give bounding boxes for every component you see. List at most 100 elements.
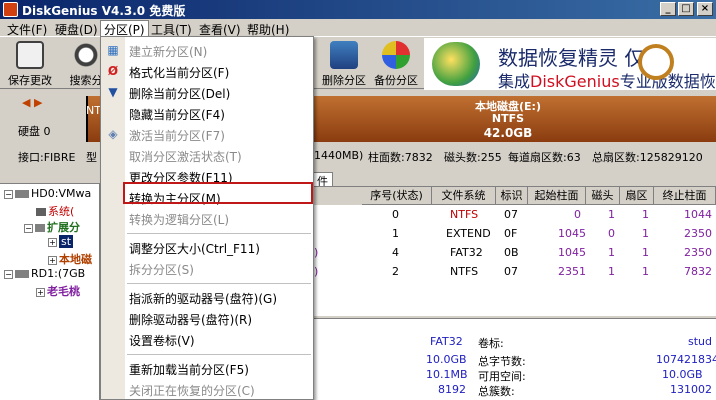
create-partition-icon: ▦ <box>107 43 119 57</box>
table-row[interactable]: ) 2 NTFS 07 2351 1 1 7832 <box>312 262 716 281</box>
menu-partition[interactable]: 分区(P) <box>100 20 149 37</box>
menu-label: 调整分区大小(Ctrl_F11) <box>129 242 260 256</box>
highlight-box <box>123 182 313 204</box>
menu-deactivate-partition[interactable]: 取消分区激活状态(T) <box>101 145 313 165</box>
tree-item-rd1[interactable]: − RD1:(7GB <box>4 267 85 283</box>
menu-label: 拆分分区(S) <box>129 263 194 277</box>
col-head[interactable]: 磁头 <box>586 187 620 205</box>
sectors-per-track-info: 每道扇区数:63 <box>508 151 581 164</box>
tree-item-extended[interactable]: − 扩展分 <box>24 219 80 235</box>
cell-sector: 1 <box>642 265 649 278</box>
menu-separator <box>127 354 311 355</box>
tree-label-rd1: RD1:(7GB <box>31 267 86 280</box>
table-row[interactable]: ) 4 FAT32 0B 1045 1 1 2350 <box>312 243 716 262</box>
delete-partition-button[interactable]: 删除分区 <box>318 39 370 87</box>
disk-nav-arrows-icon[interactable]: ◀ ▶ <box>22 96 42 109</box>
cell-head: 1 <box>608 265 615 278</box>
col-end-cyl[interactable]: 终止柱面 <box>654 187 716 205</box>
col-sector[interactable]: 扇区 <box>620 187 654 205</box>
menu-separator <box>127 283 311 284</box>
model-info: 型 <box>86 151 97 164</box>
col-id[interactable]: 标识 <box>496 187 528 205</box>
cell-head: 1 <box>608 246 615 259</box>
menu-label: 转换为逻辑分区(L) <box>129 213 230 227</box>
menu-file[interactable]: 文件(F) <box>4 21 50 38</box>
cell-start: 1045 <box>558 227 586 240</box>
cell-id: 0B <box>504 246 519 259</box>
cell-end: 2350 <box>684 246 712 259</box>
detail-total-bytes-label: 总字节数: <box>478 355 526 368</box>
minimize-button[interactable]: _ <box>660 2 676 16</box>
menu-set-volume-label[interactable]: 设置卷标(V) <box>101 329 313 349</box>
partition-details: FAT32 卷标: stud 10.0GB 总字节数: 1074218342 1… <box>312 318 716 400</box>
search-icon <box>72 41 100 69</box>
col-fs[interactable]: 文件系统 <box>432 187 496 205</box>
promo-banner[interactable]: 数据恢复精灵 仅需 集成DiskGenius专业版数据恢 <box>424 38 716 91</box>
cell-name: ) <box>314 246 319 259</box>
cell-name: ) <box>314 265 319 278</box>
cell-head: 1 <box>608 208 615 221</box>
col-index[interactable]: 序号(状态) <box>362 187 432 205</box>
tree-item-system[interactable]: 系统( <box>36 203 74 219</box>
expand-icon[interactable]: + <box>48 237 57 247</box>
interface-info: 接口:FIBRE <box>18 151 76 164</box>
tree-item-laomaotao[interactable]: + 老毛桃 <box>36 283 80 299</box>
partition-menu: ▦ 建立新分区(N) Ø 格式化当前分区(F) ▼ 删除当前分区(Del) 隐藏… <box>100 36 314 400</box>
collapse-icon[interactable]: − <box>24 223 33 233</box>
cell-end: 1044 <box>684 208 712 221</box>
menu-label: 取消分区激活状态(T) <box>129 150 242 164</box>
close-button[interactable]: × <box>697 2 713 16</box>
table-row[interactable]: 0 NTFS 07 0 1 1 1044 <box>312 205 716 224</box>
collapse-icon[interactable]: − <box>4 269 13 279</box>
tree-item-stud[interactable]: + st <box>48 235 74 251</box>
cell-fs: NTFS <box>450 208 479 221</box>
cell-start: 0 <box>574 208 581 221</box>
detail-clusters-value: 131002 <box>670 383 712 396</box>
menu-disk[interactable]: 硬盘(D) <box>52 21 101 38</box>
table-row[interactable]: 1 EXTEND 0F 1045 0 1 2350 <box>312 224 716 243</box>
trash-icon <box>330 41 358 69</box>
disk-label: 硬盘 0 <box>18 125 51 138</box>
menu-bar: 文件(F) 硬盘(D) 分区(P) 工具(T) 查看(V) 帮助(H) <box>0 19 716 37</box>
tree-item-hd0[interactable]: − HD0:VMwa <box>4 187 91 203</box>
expand-icon[interactable]: + <box>48 255 57 265</box>
menu-format-partition[interactable]: Ø 格式化当前分区(F) <box>101 61 313 81</box>
tree-label-laomaotao: 老毛桃 <box>47 285 80 298</box>
tree-label-system: 系统( <box>48 205 75 218</box>
menu-remove-drive-letter[interactable]: 删除驱动器号(盘符)(R) <box>101 308 313 328</box>
menu-activate-partition[interactable]: ◈ 激活当前分区(F7) <box>101 124 313 144</box>
menu-split-partition[interactable]: 拆分分区(S) <box>101 258 313 278</box>
menu-delete-partition[interactable]: ▼ 删除当前分区(Del) <box>101 82 313 102</box>
banner-line2: 集成DiskGenius专业版数据恢 <box>498 72 716 91</box>
collapse-icon[interactable]: − <box>4 189 13 199</box>
menu-reload-partition[interactable]: 重新加载当前分区(F5) <box>101 358 313 378</box>
table-header: 序号(状态) 文件系统 标识 起始柱面 磁头 扇区 终止柱面 <box>312 187 716 205</box>
cell-fs: FAT32 <box>450 246 483 259</box>
menu-resize-partition[interactable]: 调整分区大小(Ctrl_F11) <box>101 237 313 257</box>
backup-partition-button[interactable]: 备份分区 <box>370 39 422 87</box>
disk-tree: − HD0:VMwa 系统( − 扩展分 + st + 本地磁 − RD1:(7GB + 老… <box>0 183 100 400</box>
harddisk-icon <box>15 190 29 198</box>
cell-sector: 1 <box>642 246 649 259</box>
detail-free-value: 10.0GB <box>662 368 703 381</box>
menu-label: 格式化当前分区(F) <box>129 66 230 80</box>
col-start-cyl[interactable]: 起始柱面 <box>528 187 586 205</box>
menu-hide-partition[interactable]: 隐藏当前分区(F4) <box>101 103 313 123</box>
menu-create-partition[interactable]: ▦ 建立新分区(N) <box>101 40 313 60</box>
menu-label: 删除驱动器号(盘符)(R) <box>129 313 253 327</box>
delete-icon: ▼ <box>108 85 118 99</box>
tree-item-local[interactable]: + 本地磁 <box>48 251 92 267</box>
menu-close-recovering[interactable]: 关闭正在恢复的分区(C) <box>101 379 313 399</box>
format-icon: Ø <box>107 64 119 78</box>
tree-label-hd0: HD0:VMwa <box>31 187 92 200</box>
maximize-button[interactable]: □ <box>678 2 694 16</box>
harddisk-icon <box>15 270 29 278</box>
window-title: DiskGenius V4.3.0 免费版 <box>22 4 186 18</box>
save-changes-button[interactable]: 保存更改 <box>4 39 56 87</box>
cell-end: 2350 <box>684 227 712 240</box>
menu-assign-drive-letter[interactable]: 指派新的驱动器号(盘符)(G) <box>101 287 313 307</box>
detail-volume-label: 卷标: <box>478 337 504 350</box>
expand-icon[interactable]: + <box>36 287 45 297</box>
menu-label: 隐藏当前分区(F4) <box>129 108 225 122</box>
menu-convert-logical[interactable]: 转换为逻辑分区(L) <box>101 208 313 228</box>
